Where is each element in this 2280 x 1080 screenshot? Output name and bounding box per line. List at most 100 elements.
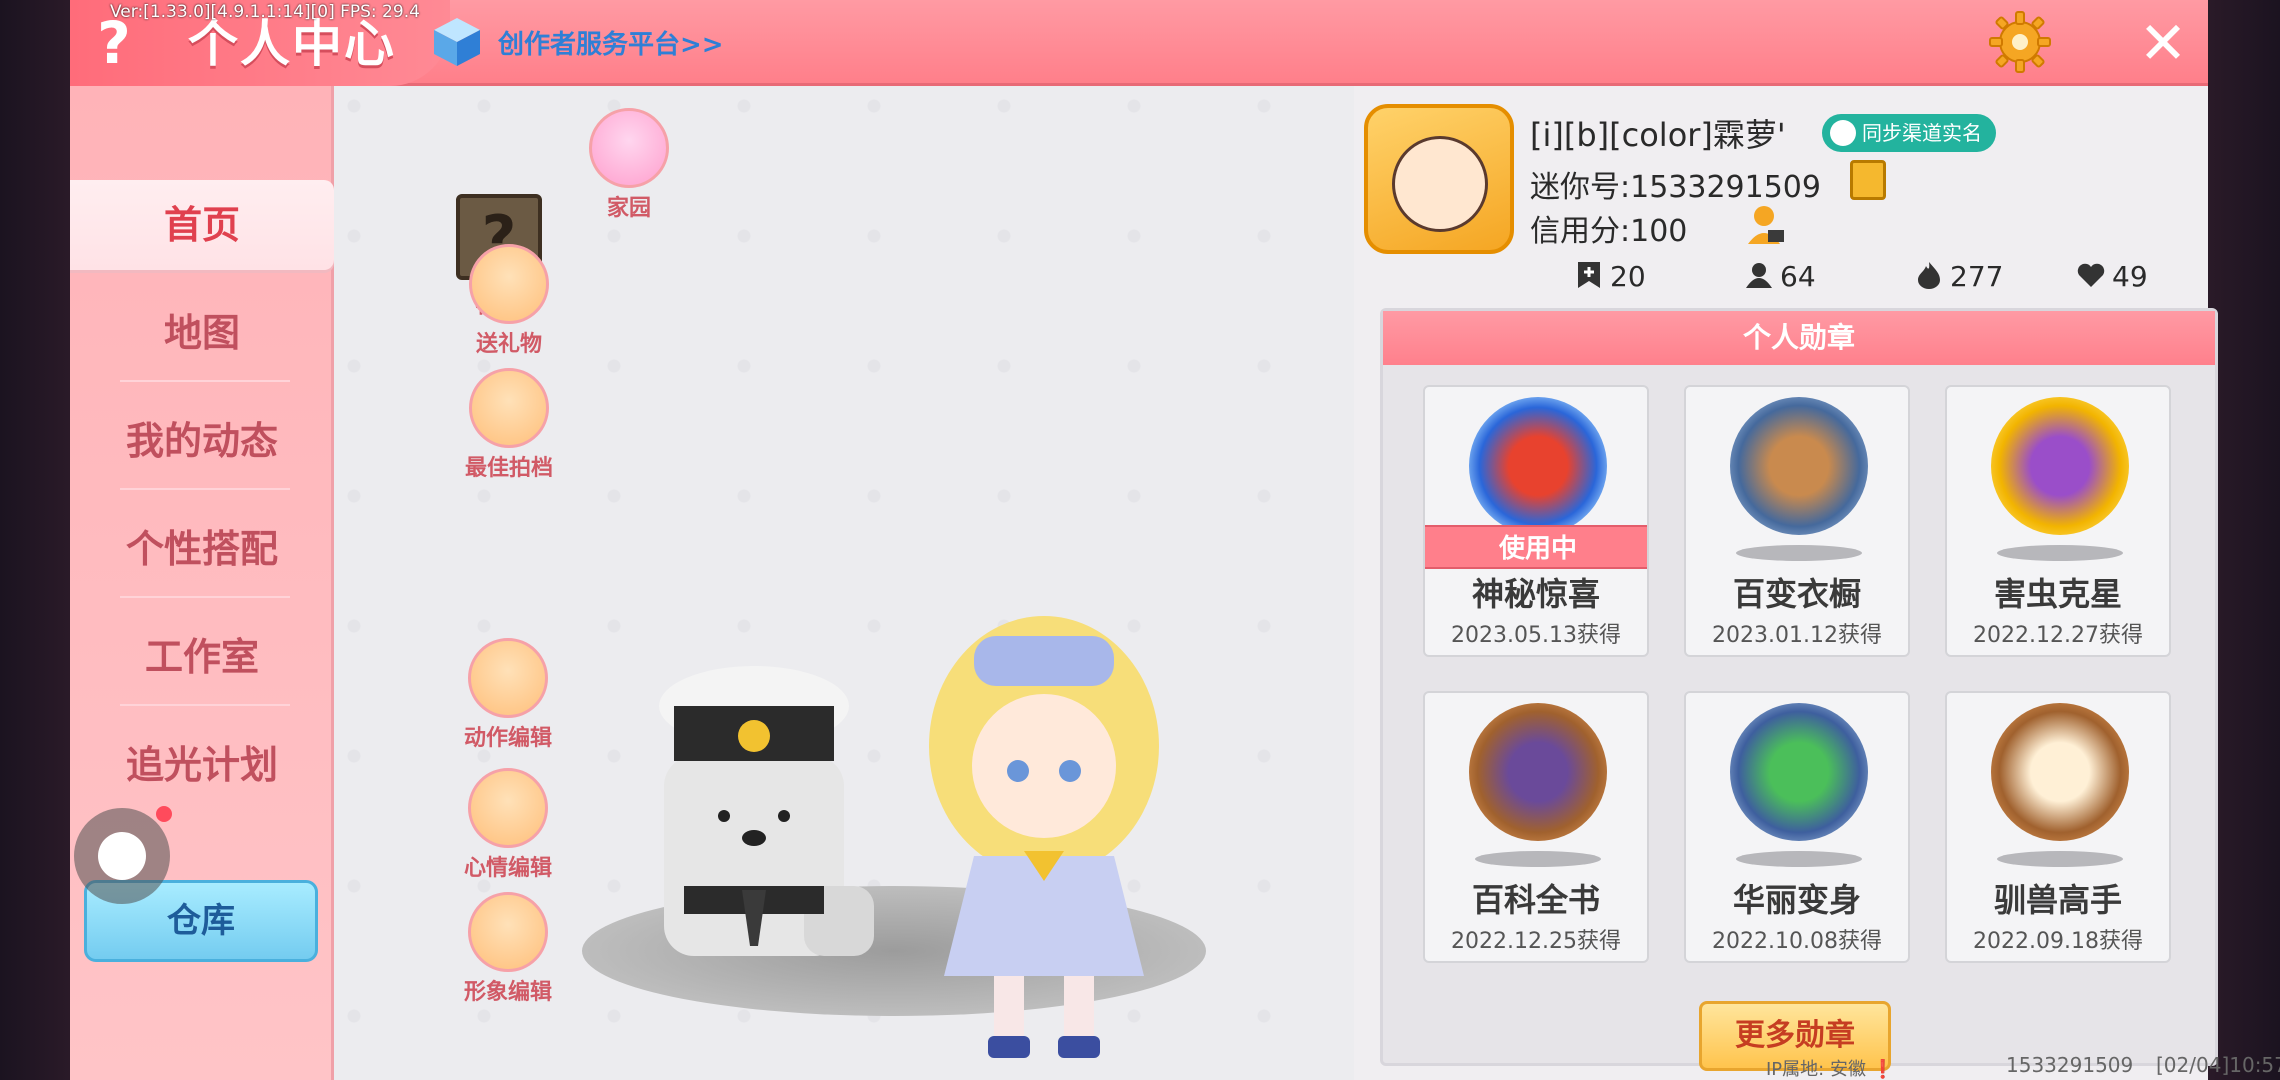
mood-edit-label: 心情编辑 <box>463 856 552 881</box>
best-partner-button[interactable]: 最佳拍档 <box>444 368 574 482</box>
medal-card[interactable]: 驯兽高手 2022.09.18获得 <box>1945 691 2171 963</box>
medal-card[interactable]: 华丽变身 2022.10.08获得 <box>1684 691 1910 963</box>
nav-divider <box>120 596 290 598</box>
medal-base <box>1997 545 2123 561</box>
nav-divider <box>120 704 290 706</box>
medal-base <box>1736 545 1862 561</box>
medal-card[interactable]: 百科全书 2022.12.25获得 <box>1423 691 1649 963</box>
medal-date: 2023.05.13获得 <box>1451 623 1621 648</box>
house-icon <box>589 108 669 188</box>
stat-bookmarks: 20 <box>1574 260 1646 293</box>
wardrobe-medal-icon <box>1730 397 1868 535</box>
medal-name: 华丽变身 <box>1732 881 1861 919</box>
outfit-icon <box>468 892 548 972</box>
image-edit-button[interactable]: 形象编辑 <box>438 892 578 1006</box>
medal-card[interactable]: 百变衣橱 2023.01.12获得 <box>1684 385 1910 657</box>
transform-medal-icon <box>1730 703 1868 841</box>
right-background <box>2208 0 2280 1080</box>
medal-panel-title: 个人勋章 <box>1383 311 2215 365</box>
hearts-icon <box>2077 263 2105 287</box>
fans-icon <box>1746 263 1772 288</box>
header-bar: ? 个人中心 Ver:[1.33.0][4.9.1.1:14][0] FPS: … <box>70 0 2208 86</box>
edit-pencil-icon <box>468 768 548 848</box>
mini-id: 迷你号:1533291509 <box>1530 170 1821 205</box>
person-icon <box>1830 120 1856 146</box>
footer-timestamp: [02/04]10:57 0 [58 <box>2156 1053 2280 1077</box>
close-icon[interactable]: ✕ <box>2134 14 2192 72</box>
stat-likes: 49 <box>2076 260 2148 293</box>
copy-icon[interactable] <box>1850 160 1886 200</box>
medal-date: 2022.12.27获得 <box>1973 623 2143 648</box>
action-figure-icon <box>468 638 548 718</box>
stat-popularity: 277 <box>1914 260 2003 293</box>
floating-assistant-ball[interactable] <box>74 808 170 904</box>
avatar-face <box>1392 136 1488 232</box>
medal-card[interactable]: 害虫克星 2022.12.27获得 <box>1945 385 2171 657</box>
nickname: [i][b][color]霖萝' <box>1530 116 1786 154</box>
medal-date: 2022.12.25获得 <box>1451 929 1621 954</box>
image-edit-label: 形象编辑 <box>463 980 552 1005</box>
version-text: Ver:[1.33.0][4.9.1.1:14][0] FPS: 29.4 <box>110 2 420 22</box>
medal-base <box>1997 851 2123 867</box>
stat-fans-value: 64 <box>1780 260 1816 293</box>
credit-score: 信用分:100 <box>1530 214 1688 249</box>
pest-buster-medal-icon <box>1991 397 2129 535</box>
creator-platform-link[interactable]: 创作者服务平台>> <box>498 24 724 61</box>
gear-icon[interactable] <box>1988 10 2052 74</box>
nav-item-studio[interactable]: 工作室 <box>70 612 334 702</box>
profile-info: [i][b][color]霖萝' 同步渠道实名 迷你号:1533291509 信… <box>1354 86 2218 1080</box>
medal-date: 2022.10.08获得 <box>1712 929 1882 954</box>
action-edit-label: 动作编辑 <box>463 726 552 751</box>
character-stage: ? 特长 家园 送礼物 最佳拍档 动作编辑 心情编辑 形象编辑 <box>334 86 1354 1080</box>
medal-name: 神秘惊喜 <box>1471 575 1600 613</box>
mystery-gift-medal-icon <box>1469 397 1607 535</box>
in-use-badge: 使用中 <box>1425 525 1647 569</box>
medal-date: 2022.09.18获得 <box>1973 929 2143 954</box>
encyclopedia-medal-icon <box>1469 703 1607 841</box>
player-character[interactable] <box>914 596 1174 1066</box>
nav-item-map[interactable]: 地图 <box>70 288 334 378</box>
seal-pet-figure[interactable] <box>654 646 884 966</box>
action-edit-button[interactable]: 动作编辑 <box>438 638 578 752</box>
notification-dot <box>156 806 172 822</box>
bookmark-plus-icon <box>1578 262 1600 288</box>
left-nav: 首页 地图 我的动态 个性搭配 工作室 追光计划 仓库 <box>70 86 334 1080</box>
nav-item-my-feed[interactable]: 我的动态 <box>70 396 334 486</box>
beast-tamer-medal-icon <box>1991 703 2129 841</box>
stat-likes-value: 49 <box>2112 260 2148 293</box>
medal-card[interactable]: 使用中 神秘惊喜 2023.05.13获得 <box>1423 385 1649 657</box>
medal-name: 百变衣橱 <box>1732 575 1861 613</box>
medal-panel: 个人勋章 使用中 神秘惊喜 2023.05.13获得 百变衣橱 2023.01.… <box>1380 308 2218 1071</box>
nav-divider <box>120 380 290 382</box>
medal-base <box>1736 851 1862 867</box>
cube-icon[interactable] <box>432 16 482 68</box>
gift-label: 送礼物 <box>475 332 542 357</box>
nav-item-light-plan[interactable]: 追光计划 <box>70 720 334 810</box>
stat-fans: 64 <box>1744 260 1816 293</box>
left-background <box>0 0 70 1080</box>
credit-person-icon[interactable] <box>1746 204 1786 246</box>
flame-icon <box>1918 262 1940 289</box>
best-partner-label: 最佳拍档 <box>464 456 553 481</box>
medal-date: 2023.01.12获得 <box>1712 623 1882 648</box>
handshake-icon <box>469 368 549 448</box>
nav-divider <box>120 488 290 490</box>
home-button[interactable]: 家园 <box>574 108 684 222</box>
ip-location: IP属地: 安徽 ❗ <box>1766 1059 1895 1080</box>
medal-base <box>1475 851 1601 867</box>
home-label: 家园 <box>606 196 651 221</box>
gift-icon <box>469 244 549 324</box>
stat-bookmarks-value: 20 <box>1610 260 1646 293</box>
nav-item-outfit[interactable]: 个性搭配 <box>70 504 334 594</box>
medal-name: 害虫克星 <box>1993 575 2122 613</box>
avatar[interactable] <box>1364 104 1514 254</box>
medal-name: 驯兽高手 <box>1993 881 2122 919</box>
gift-button[interactable]: 送礼物 <box>454 244 564 358</box>
sync-realname-badge[interactable]: 同步渠道实名 <box>1822 114 1996 152</box>
stat-popularity-value: 277 <box>1950 260 2004 293</box>
nav-item-home[interactable]: 首页 <box>70 180 334 270</box>
sync-badge-label: 同步渠道实名 <box>1862 121 1982 145</box>
footer-mini-id: 1533291509 <box>2006 1053 2134 1077</box>
profile-panel: ? 个人中心 Ver:[1.33.0][4.9.1.1:14][0] FPS: … <box>70 0 2280 1080</box>
mood-edit-button[interactable]: 心情编辑 <box>438 768 578 882</box>
